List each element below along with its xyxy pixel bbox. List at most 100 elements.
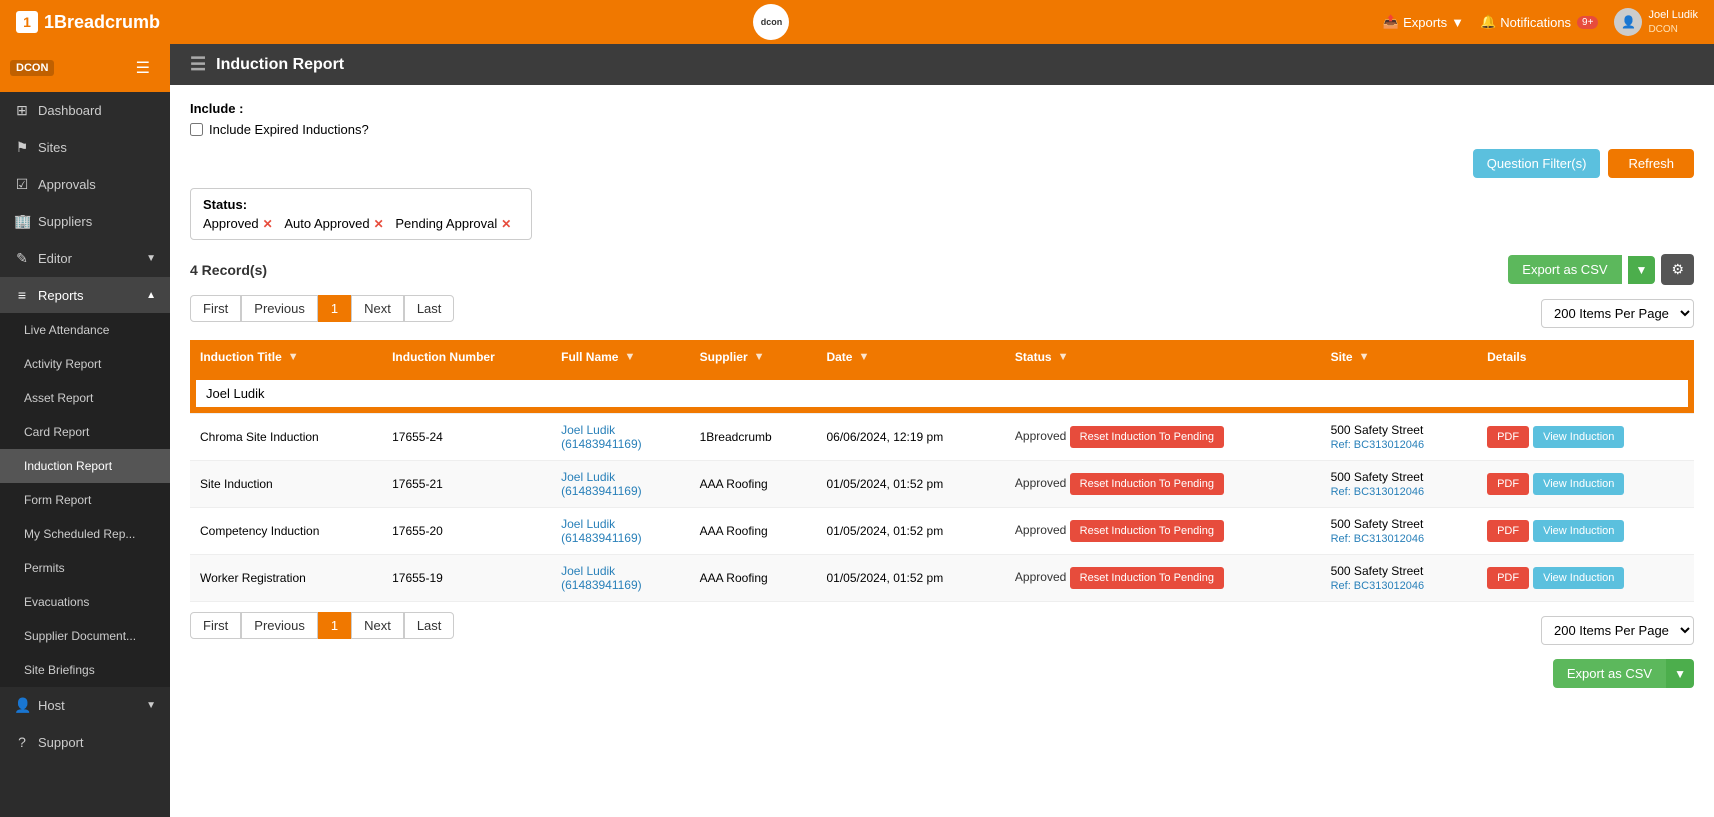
- filter-date-icon[interactable]: ▼: [858, 351, 869, 363]
- filter-status-icon[interactable]: ▼: [1058, 351, 1069, 363]
- filter-induction-title-icon[interactable]: ▼: [288, 351, 299, 363]
- sidebar-toggle-button[interactable]: ☰: [126, 50, 160, 86]
- cell-details: PDF View Induction: [1477, 461, 1694, 508]
- previous-page-button[interactable]: Previous: [241, 295, 318, 322]
- sidebar-item-editor[interactable]: ✎ Editor ▼: [0, 240, 170, 277]
- cell-date: 01/05/2024, 01:52 pm: [816, 508, 1004, 555]
- sidebar-item-label: Suppliers: [38, 214, 92, 229]
- include-expired-label[interactable]: Include Expired Inductions?: [209, 122, 369, 137]
- include-expired-checkbox[interactable]: [190, 123, 203, 136]
- full-name-link[interactable]: Joel Ludik: [561, 517, 615, 531]
- sidebar-item-activity-report[interactable]: Activity Report: [0, 347, 170, 381]
- full-name-link[interactable]: Joel Ludik: [561, 470, 615, 484]
- reset-induction-button[interactable]: Reset Induction To Pending: [1070, 426, 1224, 448]
- next-page-button[interactable]: Next: [351, 295, 404, 322]
- top-navigation: 1 1Breadcrumb dcon 📤 Exports ▼ 🔔 Notific…: [0, 0, 1714, 44]
- approvals-icon: ☑: [14, 176, 30, 193]
- full-name-phone-link[interactable]: (61483941169): [561, 578, 642, 592]
- export-csv-button-bottom[interactable]: Export as CSV: [1553, 659, 1666, 688]
- sidebar-item-sites[interactable]: ⚑ Sites: [0, 129, 170, 166]
- site-name: 500 Safety Street: [1331, 423, 1468, 437]
- reset-induction-button[interactable]: Reset Induction To Pending: [1070, 520, 1224, 542]
- site-ref-link[interactable]: Ref: BC313012046: [1331, 533, 1425, 545]
- view-induction-button[interactable]: View Induction: [1533, 520, 1624, 542]
- remove-pending-approval-button[interactable]: ✕: [501, 217, 511, 231]
- first-page-button-bottom[interactable]: First: [190, 612, 241, 639]
- question-filter-button[interactable]: Question Filter(s): [1473, 149, 1601, 178]
- pdf-button[interactable]: PDF: [1487, 473, 1529, 495]
- col-details: Details: [1477, 340, 1694, 374]
- notifications-button[interactable]: 🔔 Notifications 9+: [1480, 14, 1598, 30]
- sidebar-item-site-briefings[interactable]: Site Briefings: [0, 653, 170, 687]
- export-csv-dropdown-bottom[interactable]: ▼: [1666, 659, 1694, 688]
- sidebar-item-permits[interactable]: Permits: [0, 551, 170, 585]
- exports-button[interactable]: 📤 Exports ▼: [1383, 14, 1464, 30]
- page-1-button[interactable]: 1: [318, 295, 351, 322]
- reports-submenu: Live Attendance Activity Report Asset Re…: [0, 313, 170, 687]
- next-page-button-bottom[interactable]: Next: [351, 612, 404, 639]
- previous-page-button-bottom[interactable]: Previous: [241, 612, 318, 639]
- per-page-select-bottom[interactable]: 200 Items Per Page 50 Items Per Page 100…: [1541, 616, 1694, 645]
- brand[interactable]: 1 1Breadcrumb: [16, 11, 160, 33]
- notification-badge: 9+: [1577, 16, 1598, 29]
- sidebar-item-my-scheduled-rep[interactable]: My Scheduled Rep...: [0, 517, 170, 551]
- page-1-button-bottom[interactable]: 1: [318, 612, 351, 639]
- per-page-select-top[interactable]: 200 Items Per Page 50 Items Per Page 100…: [1541, 299, 1694, 328]
- full-name-phone-link[interactable]: (61483941169): [561, 437, 642, 451]
- full-name-link[interactable]: Joel Ludik: [561, 423, 615, 437]
- sidebar-item-asset-report[interactable]: Asset Report: [0, 381, 170, 415]
- sidebar-item-induction-report[interactable]: Induction Report: [0, 449, 170, 483]
- settings-button[interactable]: ⚙: [1661, 254, 1694, 285]
- sidebar-item-supplier-documents[interactable]: Supplier Document...: [0, 619, 170, 653]
- hamburger-icon[interactable]: ☰: [190, 54, 206, 75]
- status-tag-auto-approved: Auto Approved ✕: [284, 216, 383, 231]
- sidebar-item-live-attendance[interactable]: Live Attendance: [0, 313, 170, 347]
- pdf-button[interactable]: PDF: [1487, 567, 1529, 589]
- content-body: Include : Include Expired Inductions? Qu…: [170, 85, 1714, 817]
- pdf-button[interactable]: PDF: [1487, 426, 1529, 448]
- user-info[interactable]: 👤 Joel Ludik DCON: [1614, 8, 1698, 36]
- reset-induction-button[interactable]: Reset Induction To Pending: [1070, 567, 1224, 589]
- full-name-phone-link[interactable]: (61483941169): [561, 484, 642, 498]
- site-ref-link[interactable]: Ref: BC313012046: [1331, 439, 1425, 451]
- pdf-button[interactable]: PDF: [1487, 520, 1529, 542]
- full-name-phone-link[interactable]: (61483941169): [561, 531, 642, 545]
- sidebar-nav: ⊞ Dashboard ⚑ Sites ☑ Approvals 🏢 Suppli…: [0, 92, 170, 817]
- cell-full-name: Joel Ludik (61483941169): [551, 461, 690, 508]
- full-name-link[interactable]: Joel Ludik: [561, 564, 615, 578]
- tenant-tag[interactable]: DCON: [10, 60, 54, 76]
- filter-site-icon[interactable]: ▼: [1359, 351, 1370, 363]
- sidebar-item-evacuations[interactable]: Evacuations: [0, 585, 170, 619]
- filter-full-name-icon[interactable]: ▼: [624, 351, 635, 363]
- induction-table: Induction Title ▼ Induction Number Full: [190, 340, 1694, 602]
- details-buttons: PDF View Induction: [1487, 520, 1684, 542]
- view-induction-button[interactable]: View Induction: [1533, 567, 1624, 589]
- sidebar-item-card-report[interactable]: Card Report: [0, 415, 170, 449]
- cell-status: Approved Reset Induction To Pending: [1005, 414, 1321, 461]
- table-search-input[interactable]: [194, 378, 1690, 409]
- remove-auto-approved-button[interactable]: ✕: [374, 217, 384, 231]
- table-row: Worker Registration 17655-19 Joel Ludik …: [190, 555, 1694, 602]
- site-ref-link[interactable]: Ref: BC313012046: [1331, 580, 1425, 592]
- sidebar-item-suppliers[interactable]: 🏢 Suppliers: [0, 203, 170, 240]
- last-page-button[interactable]: Last: [404, 295, 455, 322]
- remove-approved-button[interactable]: ✕: [263, 217, 273, 231]
- reset-induction-button[interactable]: Reset Induction To Pending: [1070, 473, 1224, 495]
- sidebar-item-approvals[interactable]: ☑ Approvals: [0, 166, 170, 203]
- site-ref-link[interactable]: Ref: BC313012046: [1331, 486, 1425, 498]
- first-page-button[interactable]: First: [190, 295, 241, 322]
- view-induction-button[interactable]: View Induction: [1533, 426, 1624, 448]
- main-content: ☰ Induction Report Include : Include Exp…: [170, 44, 1714, 817]
- sidebar-item-form-report[interactable]: Form Report: [0, 483, 170, 517]
- status-tag-pending-approval: Pending Approval ✕: [395, 216, 511, 231]
- sidebar-item-reports[interactable]: ≡ Reports ▲: [0, 277, 170, 313]
- refresh-button[interactable]: Refresh: [1608, 149, 1694, 178]
- export-csv-dropdown-button[interactable]: ▼: [1628, 256, 1656, 284]
- export-csv-button[interactable]: Export as CSV: [1508, 255, 1621, 284]
- sidebar-item-host[interactable]: 👤 Host ▼: [0, 687, 170, 724]
- last-page-button-bottom[interactable]: Last: [404, 612, 455, 639]
- sidebar-item-dashboard[interactable]: ⊞ Dashboard: [0, 92, 170, 129]
- view-induction-button[interactable]: View Induction: [1533, 473, 1624, 495]
- filter-supplier-icon[interactable]: ▼: [754, 351, 765, 363]
- sidebar-item-support[interactable]: ? Support: [0, 724, 170, 760]
